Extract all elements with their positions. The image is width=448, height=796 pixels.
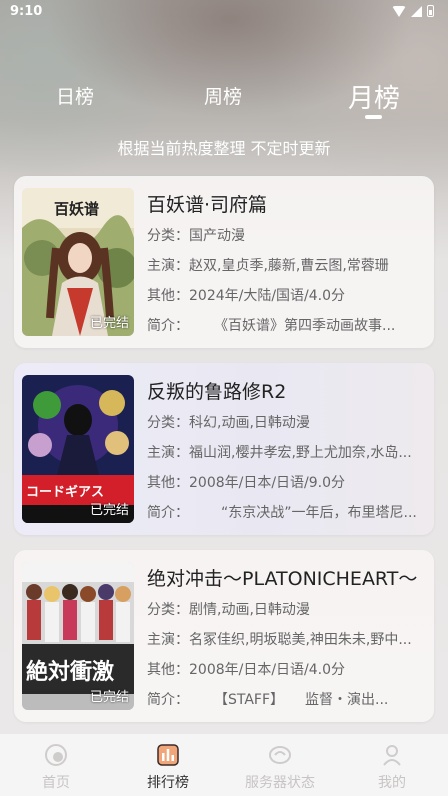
category-row: 分类：剧情,动画,日韩动漫: [147, 599, 417, 619]
other-label: 其他：: [147, 288, 189, 304]
bottom-navigation: 首页 排行榜 服务器状态 我的: [0, 734, 448, 796]
show-title: 绝对冲击～PLATONICHEART～: [147, 568, 418, 590]
cast-value: 名冢佳织,明坂聪美,神田朱未,野中...: [189, 632, 412, 648]
intro-value: 【STAFF】 监督・演出...: [221, 692, 389, 708]
nav-ranking[interactable]: 排行榜: [112, 734, 224, 796]
show-title: 百妖谱·司府篇: [147, 194, 268, 216]
category-label: 分类：: [147, 415, 189, 431]
intro-value: “东京决战”一年后，布里塔尼...: [221, 505, 417, 521]
poster-title-art: 百妖谱: [54, 200, 100, 218]
nav-profile[interactable]: 我的: [336, 734, 448, 796]
nav-home-label: 首页: [42, 775, 70, 791]
status-time: 9:10: [10, 4, 43, 19]
server-status-icon: [268, 743, 292, 767]
ranking-icon: [156, 743, 180, 767]
other-value: 2008年/日本/日语/9.0分: [189, 475, 346, 491]
poster-image: 絶対衝激 已完结: [22, 562, 134, 710]
status-icons: [392, 5, 434, 17]
status-badge: 已完结: [89, 503, 129, 518]
intro-label: 简介：: [147, 318, 189, 334]
other-value: 2008年/日本/日语/4.0分: [189, 662, 346, 678]
cast-label: 主演：: [147, 445, 189, 461]
poster-image: コードギアス 已完结: [22, 375, 134, 523]
ranking-card[interactable]: 絶対衝激 已完结 绝对冲击～PLATONICHEART～ 分类：剧情,动画,日韩…: [14, 550, 434, 722]
status-badge: 已完结: [89, 316, 129, 331]
other-label: 其他：: [147, 475, 189, 491]
other-label: 其他：: [147, 662, 189, 678]
ranking-subtitle: 根据当前热度整理 不定时更新: [117, 139, 331, 158]
tab-daily[interactable]: 日榜: [56, 82, 94, 109]
home-icon: [44, 743, 68, 767]
cast-label: 主演：: [147, 258, 189, 274]
cast-row: 主演：名冢佳织,明坂聪美,神田朱未,野中...: [147, 629, 417, 649]
cast-row: 主演：赵双,皇贞季,藤新,曹云图,常蓉珊: [147, 255, 417, 275]
nav-server-status[interactable]: 服务器状态: [224, 734, 336, 796]
profile-icon: [380, 743, 404, 767]
tab-weekly[interactable]: 周榜: [204, 82, 242, 109]
cast-row: 主演：福山润,樱井孝宏,野上尤加奈,水岛...: [147, 442, 417, 462]
status-bar: 9:10: [0, 0, 448, 26]
show-title: 反叛的鲁路修R2: [147, 381, 287, 403]
category-label: 分类：: [147, 602, 189, 618]
poster-title-art: 絶対衝激: [26, 659, 115, 685]
battery-icon: [427, 5, 434, 17]
other-value: 2024年/大陆/国语/4.0分: [189, 288, 346, 304]
cast-value: 福山润,樱井孝宏,野上尤加奈,水岛...: [189, 445, 412, 461]
intro-label: 简介：: [147, 692, 189, 708]
nav-server-status-label: 服务器状态: [245, 775, 315, 791]
status-badge: 已完结: [89, 690, 129, 705]
cast-label: 主演：: [147, 632, 189, 648]
category-row: 分类：科幻,动画,日韩动漫: [147, 412, 417, 432]
intro-label: 简介：: [147, 505, 189, 521]
wifi-icon: [392, 5, 406, 17]
other-row: 其他：2024年/大陆/国语/4.0分: [147, 285, 417, 305]
category-value: 国产动漫: [189, 228, 245, 244]
category-row: 分类：国产动漫: [147, 225, 417, 245]
category-value: 剧情,动画,日韩动漫: [189, 602, 310, 618]
ranking-card[interactable]: 百妖谱 已完结 百妖谱·司府篇 分类：国产动漫 主演：赵双,皇贞季,藤新,曹云图…: [14, 176, 434, 348]
poster-image: 百妖谱 已完结: [22, 188, 134, 336]
tab-active-indicator: [365, 115, 382, 119]
category-label: 分类：: [147, 228, 189, 244]
nav-profile-label: 我的: [378, 775, 406, 791]
nav-home[interactable]: 首页: [0, 734, 112, 796]
intro-row: 简介： 【STAFF】 监督・演出...: [147, 689, 417, 709]
intro-row: 简介： “东京决战”一年后，布里塔尼...: [147, 502, 417, 522]
intro-row: 简介： 《百妖谱》第四季动画故事...: [147, 315, 417, 335]
other-row: 其他：2008年/日本/日语/9.0分: [147, 472, 417, 492]
signal-icon: [411, 5, 422, 17]
nav-ranking-label: 排行榜: [147, 775, 189, 791]
ranking-card[interactable]: コードギアス 已完结 反叛的鲁路修R2 分类：科幻,动画,日韩动漫 主演：福山润…: [14, 363, 434, 535]
category-value: 科幻,动画,日韩动漫: [189, 415, 310, 431]
poster-title-art: コードギアス: [26, 485, 105, 500]
cast-value: 赵双,皇贞季,藤新,曹云图,常蓉珊: [189, 258, 389, 274]
intro-value: 《百妖谱》第四季动画故事...: [221, 318, 396, 334]
other-row: 其他：2008年/日本/日语/4.0分: [147, 659, 417, 679]
tab-monthly[interactable]: 月榜: [348, 78, 400, 115]
